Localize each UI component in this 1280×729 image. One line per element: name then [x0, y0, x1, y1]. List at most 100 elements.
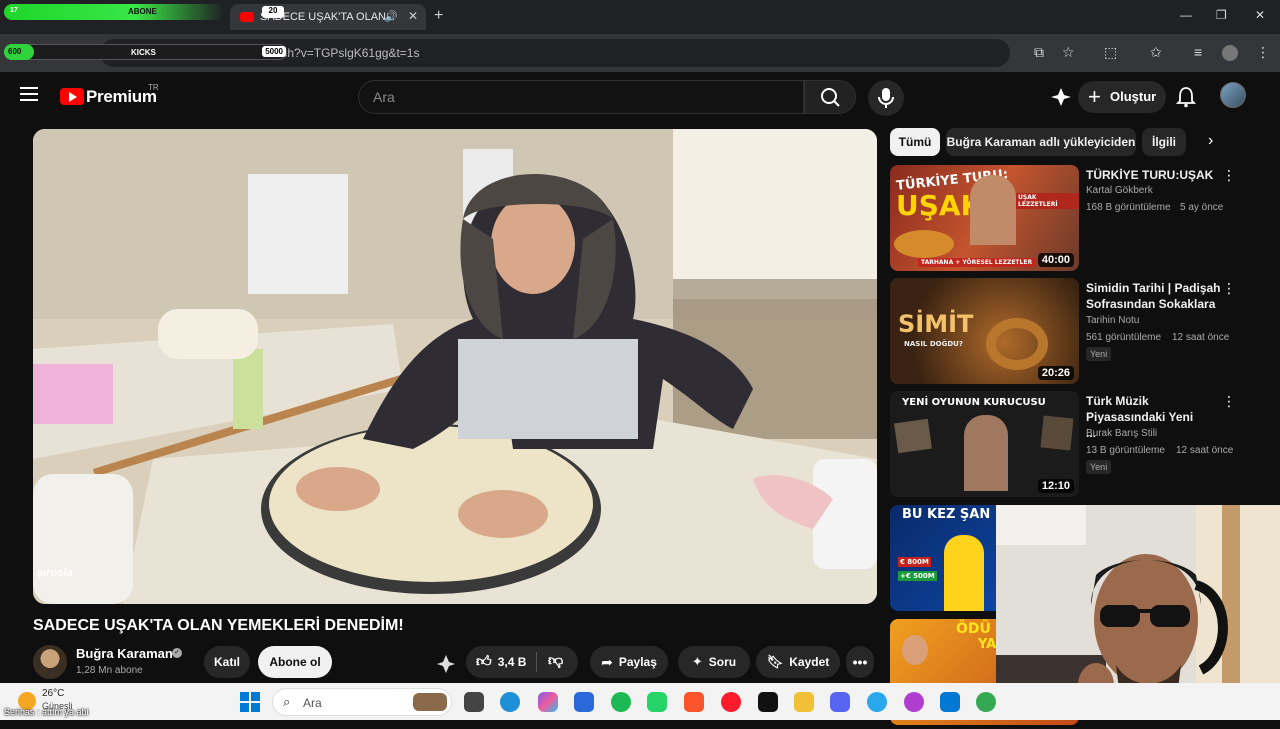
- whatsapp-icon[interactable]: [647, 692, 667, 712]
- speaker-icon[interactable]: 🔊: [384, 10, 398, 23]
- recommendation-title[interactable]: Simidin Tarihi | Padişah Sofrasından Sok…: [1086, 280, 1222, 312]
- youtube-logo-icon[interactable]: [60, 88, 84, 105]
- create-button[interactable]: + Oluştur: [1078, 81, 1166, 113]
- recommendation-age: 12 saat önce: [1172, 332, 1230, 343]
- recommendation-age: 5 ay önce: [1180, 202, 1224, 213]
- weather-temperature[interactable]: 26°C: [42, 688, 64, 699]
- notifications-bell-icon[interactable]: [1176, 86, 1196, 108]
- recommendation-item[interactable]: TÜRKİYE TURU: UŞAK UŞAK LEZZETLERİ TARHA…: [890, 165, 1266, 275]
- copilot-icon[interactable]: [538, 692, 558, 712]
- favorites-icon[interactable]: ✩: [1150, 44, 1162, 61]
- app-icon[interactable]: [574, 692, 594, 712]
- ask-ai-icon[interactable]: [436, 654, 456, 674]
- more-options-icon[interactable]: ⋮: [1222, 280, 1236, 297]
- maximize-button[interactable]: ❐: [1216, 8, 1227, 22]
- thumbnail-text: NASIL DOĞDU?: [904, 340, 963, 348]
- file-explorer-icon[interactable]: [794, 692, 814, 712]
- divider: [536, 652, 537, 672]
- profile-icon[interactable]: [1222, 45, 1238, 61]
- more-options-icon[interactable]: ⋮: [1222, 393, 1236, 410]
- video-duration: 12:10: [1037, 479, 1074, 493]
- new-tab-button[interactable]: +: [434, 7, 443, 25]
- recommendation-thumbnail[interactable]: SİMİT NASIL DOĞDU? 20:26: [890, 278, 1079, 384]
- minimize-button[interactable]: —: [1180, 8, 1192, 22]
- brand-name[interactable]: Premium: [86, 87, 157, 107]
- save-button[interactable]: 🔖︎ Kaydet: [756, 646, 840, 678]
- chip-uploader[interactable]: Buğra Karaman adlı yükleyiciden: [946, 128, 1136, 156]
- windows-taskbar: 26°C Güneşli Serinas : attım ya abi ⌕ Ar…: [0, 683, 1280, 720]
- thumbnail-text: SİMİT: [898, 310, 974, 338]
- spotify-icon[interactable]: [611, 692, 631, 712]
- reading-list-icon[interactable]: ≡: [1194, 44, 1202, 60]
- account-avatar[interactable]: [1220, 82, 1246, 108]
- opera-gx-icon[interactable]: [904, 692, 924, 712]
- browser-tab-youtube[interactable]: SADECE UŞAK'TA OLAN YEMEK 🔊 ✕: [230, 4, 426, 30]
- tab-close-icon[interactable]: ✕: [408, 9, 418, 23]
- thumbnail-person: [944, 535, 984, 611]
- brave-icon[interactable]: [684, 692, 704, 712]
- bookmark-icon: 🔖︎: [766, 654, 784, 669]
- voice-search-button[interactable]: [868, 80, 904, 116]
- taskbar-search[interactable]: ⌕ Ara: [272, 688, 452, 716]
- ask-label: Soru: [708, 655, 737, 669]
- browser-menu-icon[interactable]: ⋮: [1256, 44, 1270, 61]
- install-app-icon[interactable]: ⧉: [1034, 44, 1044, 61]
- video-player[interactable]: şırosla: [33, 129, 877, 604]
- chevron-right-icon[interactable]: ›: [1208, 132, 1213, 150]
- search-highlight-icon: [413, 693, 447, 711]
- thumbnail-photo: [1040, 415, 1074, 451]
- subscriber-count-text: 1,28 Mn abone: [76, 665, 143, 676]
- youtube-favicon-icon: [240, 12, 254, 22]
- kicks-label: KICKS: [131, 48, 156, 57]
- recommendation-thumbnail[interactable]: TÜRKİYE TURU: UŞAK UŞAK LEZZETLERİ TARHA…: [890, 165, 1079, 271]
- sparkle-icon: ✦: [691, 654, 703, 669]
- thumbnail-soup: [894, 230, 954, 258]
- channel-name[interactable]: Buğra Karaman: [76, 646, 173, 661]
- edge-browser-icon[interactable]: [500, 692, 520, 712]
- recommendation-item[interactable]: SİMİT NASIL DOĞDU? 20:26 Simidin Tarihi …: [890, 278, 1266, 388]
- extensions-icon[interactable]: ⬚: [1104, 44, 1117, 61]
- discord-icon[interactable]: [830, 692, 850, 712]
- more-options-icon[interactable]: ⋮: [1222, 167, 1236, 184]
- recommendation-thumbnail[interactable]: YENİ OYUNUN KURUCUSU 12:10: [890, 391, 1079, 497]
- windows-start-icon[interactable]: [240, 692, 260, 712]
- recommendation-channel[interactable]: Tarihin Notu: [1086, 315, 1139, 326]
- kicks-target: 5000: [262, 46, 286, 57]
- chrome-icon[interactable]: [976, 692, 996, 712]
- recommendation-views: 561 görüntüleme: [1086, 332, 1162, 343]
- recommendation-item[interactable]: YENİ OYUNUN KURUCUSU 12:10 Türk Müzik Pi…: [890, 391, 1266, 501]
- telegram-icon[interactable]: [867, 692, 887, 712]
- thumbs-down-icon[interactable]: 👎︎: [548, 652, 563, 670]
- channel-avatar[interactable]: [33, 645, 67, 679]
- thumbnail-text: YA: [978, 637, 997, 652]
- kicks-current: 600: [4, 44, 34, 60]
- join-button[interactable]: Katıl: [204, 646, 250, 678]
- chip-related[interactable]: İlgili: [1142, 128, 1186, 156]
- store-icon[interactable]: [940, 692, 960, 712]
- thumbnail-text: BU KEZ ŞAN: [902, 507, 991, 522]
- opera-icon[interactable]: [721, 692, 741, 712]
- share-label: Paylaş: [618, 655, 657, 669]
- subscriber-goal-target: 20: [262, 6, 284, 18]
- video-title: SADECE UŞAK'TA OLAN YEMEKLERİ DENEDİM!: [33, 617, 404, 634]
- bookmark-star-icon[interactable]: ☆: [1062, 44, 1075, 61]
- ask-button[interactable]: ✦ Soru: [678, 646, 750, 678]
- share-button[interactable]: ➦ Paylaş: [590, 646, 668, 678]
- thumbnail-person: [970, 175, 1016, 245]
- game-app-icon[interactable]: [758, 692, 778, 712]
- recommendation-title[interactable]: TÜRKİYE TURU:UŞAK: [1086, 167, 1226, 183]
- subscribe-button[interactable]: Abone ol: [258, 646, 332, 678]
- recommendation-channel[interactable]: Kartal Gökberk: [1086, 185, 1153, 196]
- chip-all[interactable]: Tümü: [890, 128, 940, 156]
- recommendation-channel[interactable]: Burak Barış Stili: [1086, 428, 1157, 439]
- like-button[interactable]: 👍︎ 3,4 B 👎︎: [466, 646, 578, 678]
- task-view-icon[interactable]: [464, 692, 484, 712]
- hamburger-menu-icon[interactable]: [20, 87, 38, 101]
- window-close-button[interactable]: ✕: [1255, 8, 1265, 22]
- youtube-header: Premium TR Ara + Oluştur: [0, 72, 1280, 122]
- more-actions-button[interactable]: •••: [846, 646, 874, 678]
- create-label: Oluştur: [1110, 89, 1157, 104]
- ask-ai-icon[interactable]: [1050, 86, 1072, 108]
- search-input[interactable]: Ara: [358, 80, 804, 114]
- search-button[interactable]: [804, 80, 856, 114]
